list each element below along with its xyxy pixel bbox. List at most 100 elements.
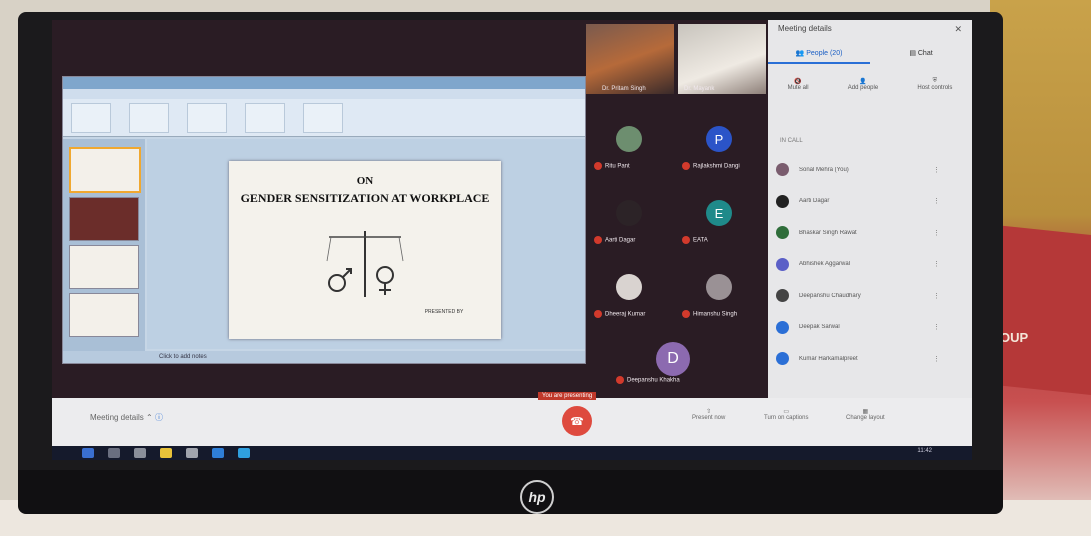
- participant-name: Sonal Mehra (You): [799, 166, 849, 173]
- people-icon: 👥: [795, 50, 807, 57]
- current-slide: ON GENDER SENSITIZATION AT WORKPLACE PRE…: [229, 161, 501, 339]
- mic-off-icon: [616, 376, 624, 384]
- panel-title: Meeting details: [778, 24, 832, 33]
- tile-name: Aarti Dagar: [594, 236, 635, 244]
- folder-icon[interactable]: [160, 448, 172, 458]
- ribbon-group[interactable]: [245, 103, 285, 133]
- laptop-screen: ON GENDER SENSITIZATION AT WORKPLACE PRE…: [52, 20, 972, 460]
- present-now-button[interactable]: ⇧ Present now: [692, 408, 725, 421]
- hang-up-button[interactable]: ☎: [562, 406, 592, 436]
- ribbon-group[interactable]: [187, 103, 227, 133]
- change-layout-button[interactable]: ▦ Change layout: [846, 408, 885, 421]
- captions-button[interactable]: ▭ Turn on captions: [764, 408, 808, 421]
- add-people-button[interactable]: 👤 Add people: [848, 78, 878, 112]
- laptop-bezel: [18, 470, 1003, 514]
- more-options-icon[interactable]: ⋮: [933, 229, 952, 237]
- tile-name-text: EATA: [693, 237, 708, 244]
- tile-name: Himanshu Singh: [682, 310, 737, 318]
- video-tile[interactable]: [586, 24, 674, 94]
- captions-label: Turn on captions: [764, 415, 809, 421]
- start-icon[interactable]: [82, 448, 94, 458]
- browser-icon[interactable]: [108, 448, 120, 458]
- more-options-icon[interactable]: ⋮: [933, 197, 952, 205]
- tile-name: Ritu Pant: [594, 162, 630, 170]
- presenting-badge: You are presenting: [538, 392, 597, 400]
- slide-thumbnail[interactable]: [69, 245, 139, 289]
- meeting-details-button[interactable]: Meeting details ⌃ ⓘ: [90, 412, 163, 423]
- tile-name: Dheeraj Kumar: [594, 310, 645, 318]
- window-titlebar: [63, 77, 585, 89]
- avatar: D: [656, 342, 690, 376]
- phone-icon: ☎: [570, 415, 584, 428]
- app-icon[interactable]: [186, 448, 198, 458]
- list-item[interactable]: Sonal Mehra (You) ⋮: [776, 154, 966, 186]
- avatar: [776, 257, 789, 271]
- layout-icon: ▦: [862, 409, 869, 415]
- slide-title-main: GENDER SENSITIZATION AT WORKPLACE: [240, 191, 490, 205]
- participant-list: Sonal Mehra (You) ⋮ Aarti Dagar ⋮ Bhaskar …: [776, 154, 966, 375]
- ribbon-group[interactable]: [129, 103, 169, 133]
- close-icon[interactable]: ✕: [954, 24, 962, 35]
- tile-name: Deepanshu Khakha: [616, 376, 680, 384]
- participant-name: Deepak Sarwal: [799, 324, 840, 331]
- more-options-icon[interactable]: ⋮: [933, 292, 952, 300]
- list-item[interactable]: Deepak Sarwal ⋮: [776, 312, 966, 344]
- avatar: [616, 200, 642, 226]
- ribbon-toolbar: [63, 99, 585, 137]
- participant-name: Kumar Harkamalpreet: [799, 355, 858, 362]
- tab-chat[interactable]: ▤ Chat: [870, 44, 972, 64]
- taskbar: 11:42: [52, 446, 972, 460]
- explorer-icon[interactable]: [134, 448, 146, 458]
- tab-chat-label: Chat: [917, 50, 933, 57]
- book-label: OUP: [1000, 330, 1029, 345]
- ribbon-group[interactable]: [71, 103, 111, 133]
- video-tile[interactable]: [678, 24, 766, 94]
- list-item[interactable]: Abhishek Aggarwal ⋮: [776, 249, 966, 281]
- ribbon-group[interactable]: [303, 103, 343, 133]
- tile-name: Rajlakshmi Dangi: [682, 162, 740, 170]
- meeting-details-panel: Meeting details ✕ 👥 People (20) ▤ Chat 🔇…: [768, 20, 972, 398]
- thumbnail-tab[interactable]: [63, 139, 145, 143]
- host-controls-label: Host controls: [917, 85, 953, 91]
- list-item[interactable]: Kumar Harkamalpreet ⋮: [776, 343, 966, 375]
- list-item[interactable]: Deepanshu Chaudhary ⋮: [776, 280, 966, 312]
- mic-off-icon: [594, 310, 602, 318]
- taskbar-clock: 11:42: [917, 448, 932, 454]
- present-now-label: Present now: [692, 415, 726, 421]
- more-options-icon[interactable]: ⋮: [933, 323, 952, 331]
- mute-icon: 🔇: [794, 79, 802, 85]
- tile-name: Dr. Mayank: [684, 86, 715, 92]
- tile-name: EATA: [682, 236, 708, 244]
- app-icon[interactable]: [212, 448, 224, 458]
- shared-presentation-window: ON GENDER SENSITIZATION AT WORKPLACE PRE…: [62, 76, 586, 364]
- avatar: E: [706, 200, 732, 226]
- panel-actions: 🔇 Mute all 👤 Add people ⛨ Host controls: [768, 78, 972, 112]
- list-item[interactable]: Bhaskar Singh Rawat ⋮: [776, 217, 966, 249]
- mute-all-button[interactable]: 🔇 Mute all: [788, 78, 809, 112]
- tile-name-text: Deepanshu Khakha: [627, 377, 680, 384]
- more-options-icon[interactable]: ⋮: [933, 260, 952, 268]
- avatar: P: [706, 126, 732, 152]
- avatar: [776, 352, 789, 366]
- list-item[interactable]: Aarti Dagar ⋮: [776, 186, 966, 218]
- slide-canvas: ON GENDER SENSITIZATION AT WORKPLACE PRE…: [147, 139, 585, 349]
- avatar: [776, 289, 789, 303]
- participant-name: Aarti Dagar: [799, 198, 830, 205]
- panel-tabs: 👥 People (20) ▤ Chat: [768, 44, 972, 64]
- slide-thumbnail[interactable]: [69, 197, 139, 241]
- more-options-icon[interactable]: ⋮: [933, 166, 952, 174]
- more-options-icon[interactable]: ⋮: [933, 355, 952, 363]
- participant-name: Bhaskar Singh Rawat: [799, 229, 857, 236]
- avatar: [616, 126, 642, 152]
- tab-people[interactable]: 👥 People (20): [768, 44, 870, 64]
- notes-bar[interactable]: Click to add notes: [63, 351, 585, 363]
- tile-name-text: Himanshu Singh: [693, 311, 738, 318]
- slide-thumbnail[interactable]: [69, 293, 139, 337]
- mic-off-icon: [682, 236, 690, 244]
- app-icon[interactable]: [238, 448, 250, 458]
- tile-name-text: Dheeraj Kumar: [605, 311, 646, 318]
- slide-thumbnail[interactable]: [69, 147, 141, 193]
- tile-name: Dr. Pritam Singh: [602, 86, 646, 92]
- avatar: [706, 274, 732, 300]
- host-controls-button[interactable]: ⛨ Host controls: [917, 78, 952, 112]
